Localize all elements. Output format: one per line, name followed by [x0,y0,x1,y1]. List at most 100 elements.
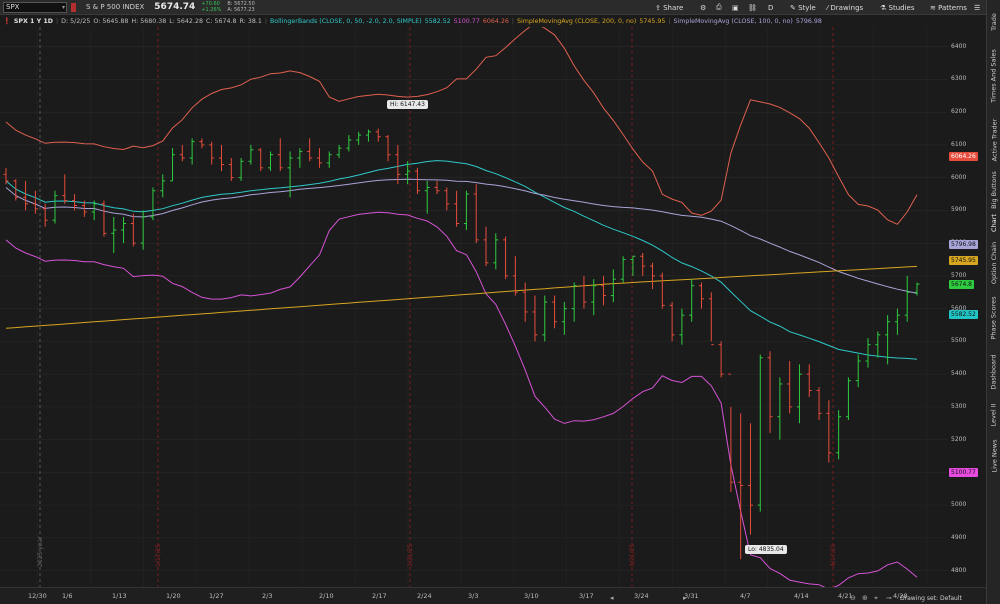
cursor-icon[interactable]: ⌖ [874,594,878,603]
date-label: 3/10 [524,592,539,600]
side-tab-label: Big Buttons [990,171,998,209]
side-tab-label: Active Trader [990,118,999,162]
patterns-label: Patterns [938,3,967,12]
date-label: 12/30 [28,592,47,600]
share-button[interactable]: ⇪ Share [655,0,683,15]
price-label: 4800 [951,566,967,574]
pencil-icon: ⁄ [827,3,829,12]
sma200-label[interactable]: SimpleMovingAvg (CLOSE, 200, 0, no) [517,18,636,25]
bb-up-value: 6064.26 [482,17,509,25]
marker-label: 2/21/25 [407,544,414,567]
side-tab-big-buttons[interactable]: Big Buttons [987,170,1000,210]
bb-low-value: 5100.77 [453,17,480,25]
side-tab-dashboard[interactable]: Dashboard [987,348,1000,396]
side-tabs: Trade Times And Sales Active Trader Big But… [986,0,1000,604]
chart-title: SPX 1 Y 1D [13,17,53,25]
price-chart[interactable]: 2025 year 1/17/25 2/21/25 3/21/25 4/17/25 [0,27,947,587]
ohlc-high: H: 5680.38 [131,17,167,25]
date-label: 1/20 [166,592,181,600]
date-label: 2/24 [417,592,432,600]
side-tab-label: Option Chain [990,241,999,285]
marker-label: 2025 year [37,536,44,567]
side-tab-trade[interactable]: Trade [987,2,1000,42]
price-axis[interactable]: 6400630062006100600059005800570056005500… [947,27,985,587]
info-icon[interactable]: ❗ [3,17,11,25]
top-toolbar: SPX ▾ S & P 500 INDEX 5674.74 +70.60 +1.2… [0,0,986,15]
scroll-left-icon[interactable]: ◂ [610,594,614,602]
side-tab-phase-scores[interactable]: Phase Scores [987,290,1000,346]
sma100-label[interactable]: SimpleMovingAvg (CLOSE, 100, 0, no) [674,18,793,25]
side-tab-active-trader[interactable]: Active Trader [987,112,1000,168]
date-label: 3/24 [634,592,649,600]
menu-icon[interactable]: ☰ [974,0,980,15]
patterns-button[interactable]: ≋ Patterns [930,0,967,15]
study-header: ❗ SPX 1 Y 1D | D: 5/2/25 O: 5645.88 H: 5… [3,17,822,26]
share-label: Share [663,3,684,12]
side-tab-live-news[interactable]: Live News [987,434,1000,478]
price-label: 5000 [951,501,967,509]
ask-price: A: 5677.23 [227,7,255,13]
side-tab-label: Chart [990,214,998,232]
print-icon[interactable]: ⎙ [716,0,722,15]
bb-label[interactable]: BollingerBands (CLOSE, 0, 50, -2.0, 2.0,… [270,18,422,25]
upper-bollinger-band [5,27,918,225]
middle-bollinger-band [5,160,918,360]
link-icon[interactable]: ⛓ [748,0,757,15]
date-label: 1/27 [209,592,224,600]
style-button[interactable]: ✎ Style [790,0,816,15]
date-axis[interactable]: 12/30 1/6 1/13 1/20 1/27 2/3 2/10 2/17 2/24 3/3 3/… [0,587,986,604]
price-badge: 5582.52 [949,309,978,319]
price-badge: 5796.98 [949,239,978,249]
price-label: 5500 [951,337,967,345]
date-label: 3/3 [468,592,479,600]
period-button[interactable]: D [768,0,773,15]
symbol-description: S & P 500 INDEX [86,3,145,11]
settings-icon[interactable]: ⚙ [700,0,706,15]
price-label: 6000 [951,173,967,181]
symbol-input[interactable]: SPX ▾ [3,1,67,13]
zoom-out-icon[interactable]: ⊖ [850,594,856,602]
price-label: 4900 [951,533,967,541]
price-badge: 5100.77 [949,467,978,477]
date-label: 4/7 [740,592,751,600]
side-tab-label: Live News [990,439,998,473]
sma200-value: 5745.95 [639,17,666,25]
side-tab-label: Trade [990,13,999,31]
side-tab-level-ii[interactable]: Level II [987,398,1000,432]
ohlc-range: R: 38.1 [239,17,262,25]
marker-label: 4/17/25 [830,544,837,567]
drawings-button[interactable]: ⁄ Drawings [827,0,863,15]
price-label: 5200 [951,435,967,443]
price-label: 6200 [951,108,967,116]
low-annotation: Lo: 4835.04 [745,545,787,554]
share-icon: ⇪ [655,3,661,12]
side-tab-chart[interactable]: Chart [987,212,1000,234]
flag-icon[interactable] [71,2,76,12]
side-tab-label: Phase Scores [990,296,999,340]
ohlc-date: D: 5/2/25 [61,17,91,25]
zoom-in-icon[interactable]: ⊕ [862,594,868,602]
sma100-value: 5796.98 [795,17,822,25]
ohlc-open: O: 5645.88 [93,17,129,25]
chevron-down-icon[interactable]: ▾ [62,3,65,12]
studies-button[interactable]: ⚗ Studies [880,0,914,15]
date-label: 2/3 [262,592,273,600]
chart-window: SPX ▾ S & P 500 INDEX 5674.74 +70.60 +1.2… [0,0,1000,604]
side-tab-times-and-sales[interactable]: Times And Sales [987,44,1000,108]
scroll-right-icon[interactable]: ▸ [683,594,687,602]
marker-label: 3/21/25 [629,544,636,567]
date-label: 4/14 [794,592,809,600]
drawing-set-label[interactable]: Drawing set: Default [900,595,962,602]
price-label: 5400 [951,370,967,378]
period-label: D [768,3,774,12]
side-tab-option-chain[interactable]: Option Chain [987,238,1000,288]
date-label: 2/17 [372,592,387,600]
ohlc-close: C: 5674.8 [205,17,237,25]
price-badge: 6064.26 [949,152,978,162]
ohlc-low: L: 5642.28 [169,17,203,25]
date-label: 1/13 [112,592,127,600]
camera-icon[interactable]: ▣ [732,0,739,15]
high-annotation: Hi: 6147.43 [387,100,428,109]
marker-label: 1/17/25 [155,544,162,567]
pin-icon[interactable]: ⊸ [886,594,892,602]
